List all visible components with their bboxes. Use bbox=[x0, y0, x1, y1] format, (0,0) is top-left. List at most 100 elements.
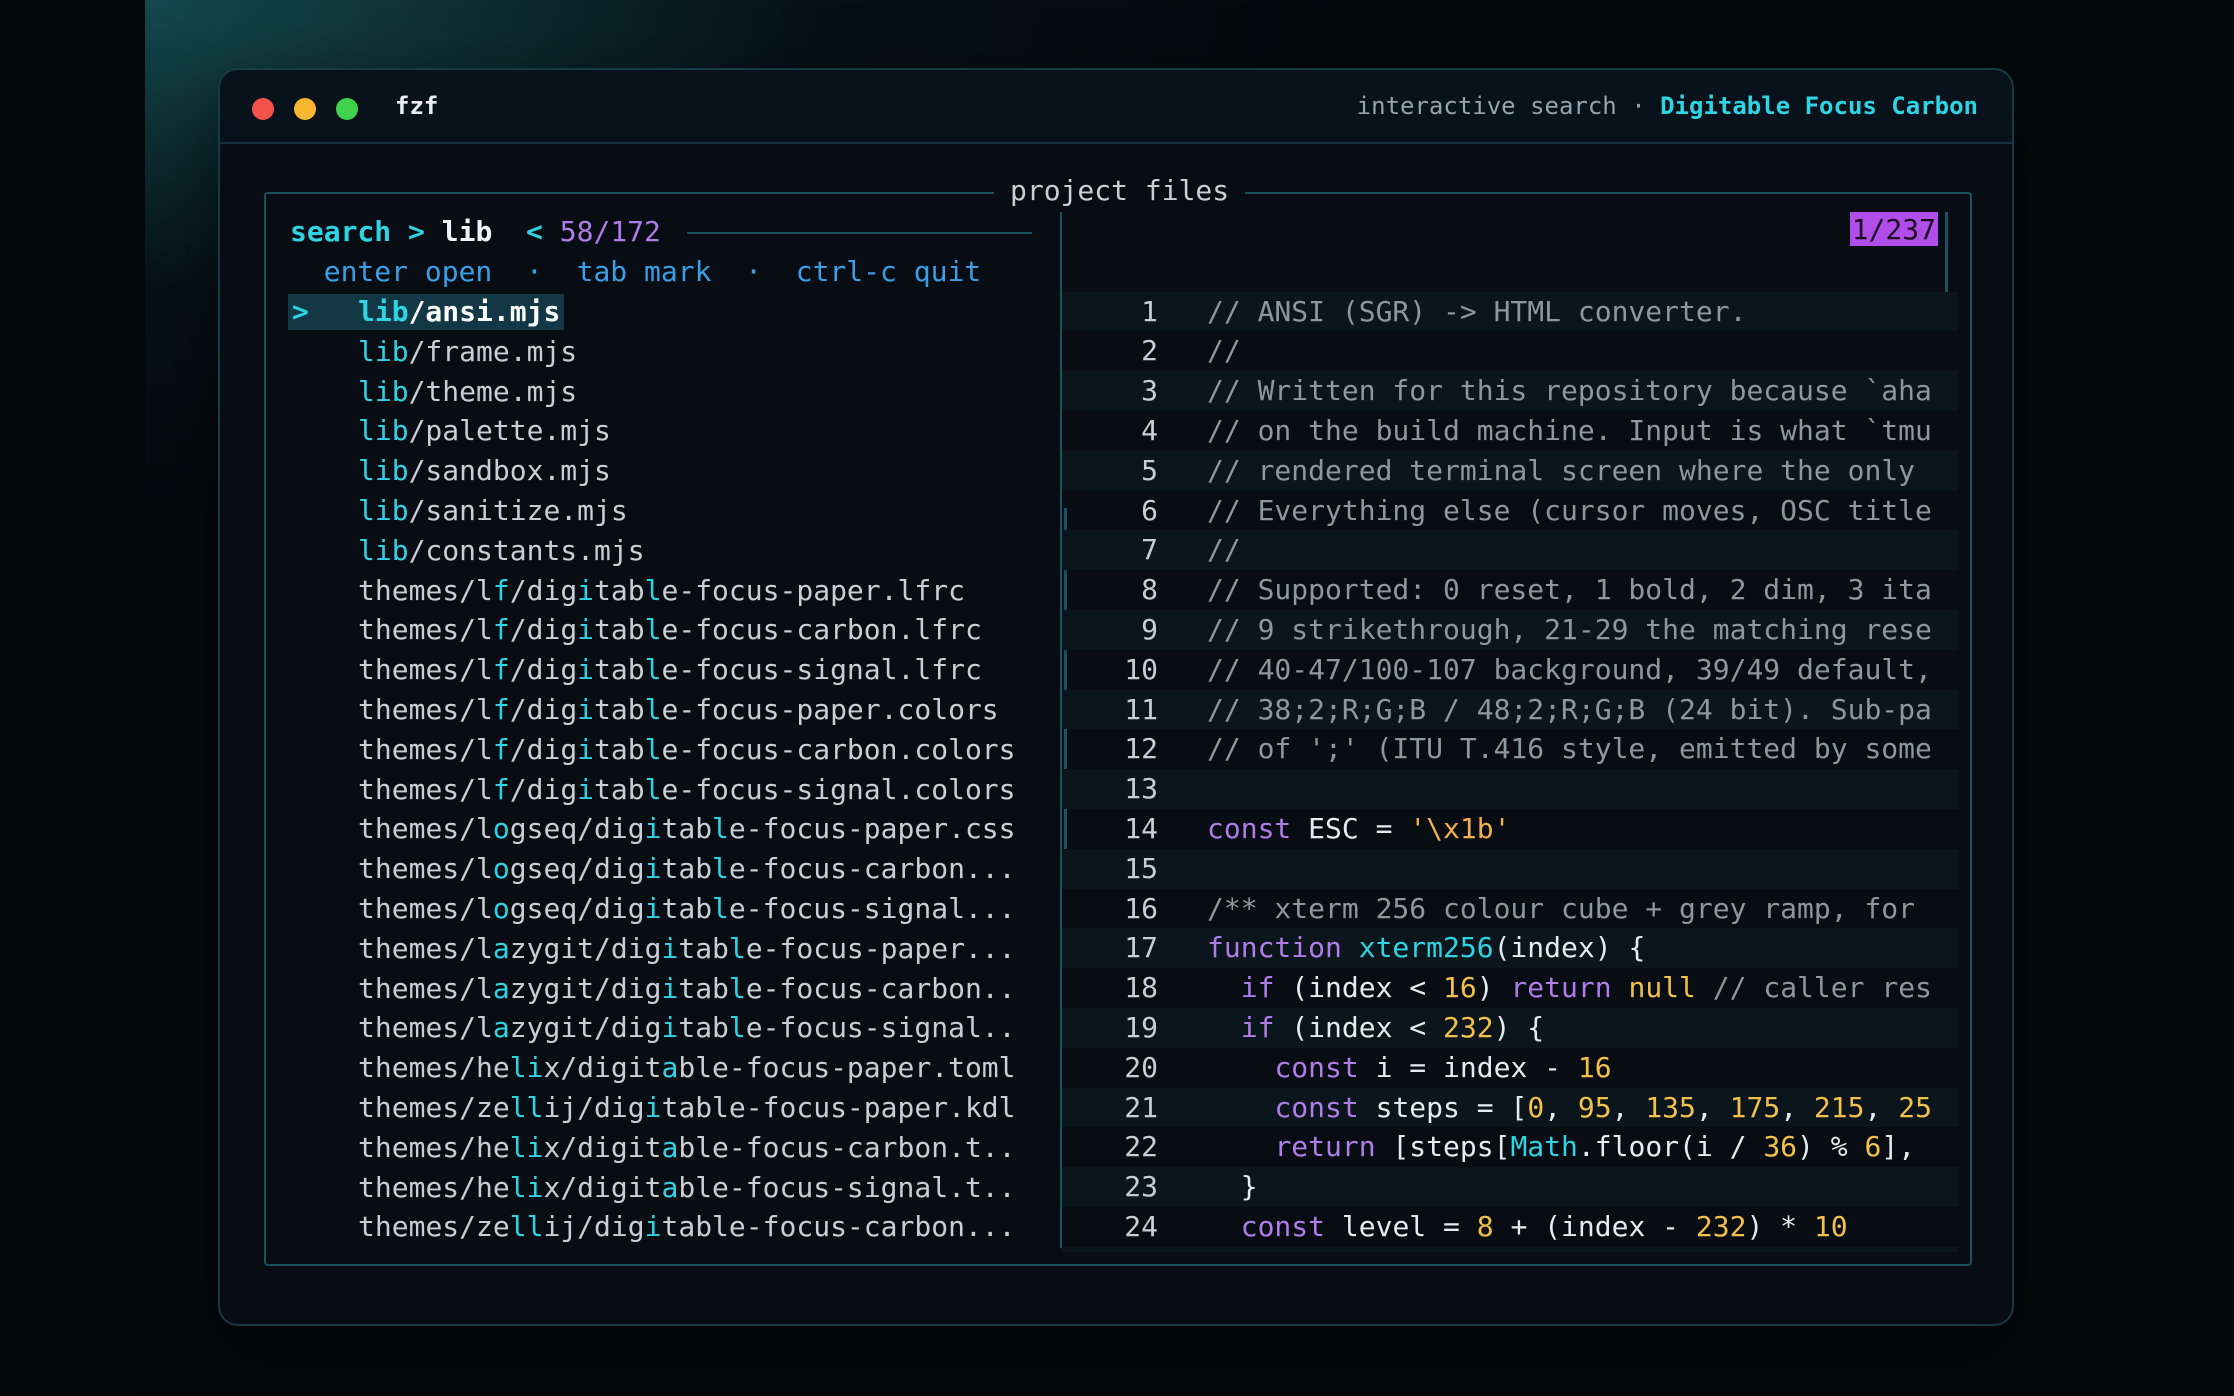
code-token: const bbox=[1274, 1090, 1359, 1124]
code-token: // Written for this repository because `… bbox=[1207, 374, 1932, 408]
result-path: themes/zellij/digitable-focus-carbon... bbox=[358, 1210, 1016, 1244]
fzf-frame: project files search > lib < 58/172 ente… bbox=[264, 174, 1972, 1266]
line-number: 22 bbox=[1124, 1130, 1158, 1164]
code-token: , bbox=[1864, 1090, 1899, 1124]
result-item[interactable]: themes/zellij/digitable-focus-paper.kdl bbox=[290, 1088, 1030, 1128]
result-item[interactable]: themes/logseq/digitable-focus-carbon... bbox=[290, 849, 1030, 889]
result-item[interactable]: themes/lf/digitable-focus-signal.lfrc bbox=[290, 650, 1030, 690]
results-list: > lib/ansi.mjs lib/frame.mjs lib/theme.mjs l… bbox=[288, 292, 1030, 1247]
match-char: f bbox=[492, 653, 510, 687]
result-item[interactable]: themes/helix/digitable-focus-paper.toml bbox=[290, 1048, 1030, 1088]
code-text: // 9 strikethrough, 21-29 the matching r… bbox=[1207, 610, 1932, 650]
code-token: 0 bbox=[1527, 1090, 1545, 1124]
result-item[interactable]: themes/lazygit/digitable-focus-paper... bbox=[290, 929, 1030, 969]
minimize-window-button[interactable] bbox=[294, 98, 316, 120]
code-token: return bbox=[1274, 1130, 1376, 1164]
search-label: search bbox=[290, 215, 392, 248]
match-char: a bbox=[661, 1051, 679, 1085]
result-path-rest: /constants.mjs bbox=[408, 533, 645, 567]
code-token: (index) { bbox=[1493, 931, 1646, 965]
key-hints: enter open · tab mark · ctrl-c quit bbox=[290, 252, 981, 292]
result-item[interactable]: lib/palette.mjs bbox=[290, 411, 1030, 451]
result-item[interactable]: themes/lf/digitable-focus-paper.lfrc bbox=[290, 571, 1030, 611]
result-item[interactable]: themes/lf/digitable-focus-signal.colors bbox=[290, 770, 1030, 810]
code-line: 5 // rendered terminal screen where the o… bbox=[1062, 450, 1958, 491]
result-item[interactable]: lib/frame.mjs bbox=[290, 332, 1030, 372]
line-number: 7 bbox=[1141, 533, 1158, 567]
code-text: /** xterm 256 colour cube + grey ramp, f… bbox=[1207, 889, 1915, 929]
result-path-rest: /sandbox.mjs bbox=[408, 454, 611, 488]
result-item[interactable]: themes/lf/digitable-focus-paper.colors bbox=[290, 690, 1030, 730]
close-window-button[interactable] bbox=[252, 98, 274, 120]
code-token: const bbox=[1207, 811, 1292, 845]
result-path: lib/ansi.mjs bbox=[358, 292, 560, 332]
maximize-window-button[interactable] bbox=[336, 98, 358, 120]
search-query[interactable]: lib bbox=[442, 215, 493, 248]
code-token: 95 bbox=[1577, 1090, 1612, 1124]
code-text: const ESC = '\x1b' bbox=[1207, 809, 1510, 849]
code-text: const level = 8 + (index - 232) * 10 bbox=[1207, 1207, 1848, 1247]
result-item-selected[interactable]: > lib/ansi.mjs bbox=[288, 292, 1030, 332]
match-char: i bbox=[661, 931, 679, 965]
code-token: xterm256 bbox=[1358, 931, 1494, 965]
result-item[interactable]: lib/sanitize.mjs bbox=[290, 491, 1030, 531]
result-item[interactable]: themes/lf/digitable-focus-carbon.colors bbox=[290, 730, 1030, 770]
code-text: // bbox=[1207, 331, 1241, 371]
result-item[interactable]: themes/lazygit/digitable-focus-carbon.. bbox=[290, 969, 1030, 1009]
match-char: o bbox=[492, 812, 510, 846]
code-token: 215 bbox=[1813, 1090, 1865, 1124]
match-char: l bbox=[644, 692, 662, 726]
code-token: 16 bbox=[1577, 1050, 1612, 1084]
match-char: l bbox=[644, 573, 662, 607]
code-line: 8 // Supported: 0 reset, 1 bold, 2 dim, 3… bbox=[1062, 570, 1958, 610]
match-highlight: lib bbox=[358, 295, 409, 328]
code-token: 232 bbox=[1443, 1010, 1494, 1044]
result-item[interactable]: lib/constants.mjs bbox=[290, 531, 1030, 571]
match-char: i bbox=[644, 891, 662, 925]
counter-symbol: < bbox=[526, 215, 543, 248]
code-text: if (index < 16) return null // caller re… bbox=[1207, 968, 1932, 1008]
result-item[interactable]: themes/lf/digitable-focus-carbon.lfrc bbox=[290, 610, 1030, 650]
result-item[interactable]: themes/helix/digitable-focus-carbon.t.. bbox=[290, 1128, 1030, 1168]
frame-title: project files bbox=[994, 174, 1246, 207]
code-line: 11 // 38;2;R;G;B / 48;2;R;G;B (24 bit). S… bbox=[1062, 689, 1958, 730]
result-item[interactable]: themes/logseq/digitable-focus-signal... bbox=[290, 889, 1030, 929]
result-item[interactable]: lib/sandbox.mjs bbox=[290, 451, 1030, 491]
code-token: const bbox=[1274, 1050, 1359, 1084]
match-char: l bbox=[509, 1090, 527, 1124]
code-text: } bbox=[1207, 1167, 1258, 1207]
result-path: lib/frame.mjs bbox=[358, 332, 577, 372]
match-char: l bbox=[526, 1210, 544, 1244]
code-token: 36 bbox=[1763, 1130, 1798, 1164]
result-item[interactable]: lib/theme.mjs bbox=[290, 372, 1030, 412]
code-text: // Everything else (cursor moves, OSC ti… bbox=[1207, 491, 1932, 531]
match-char: l bbox=[509, 1130, 527, 1164]
code-text: // on the build machine. Input is what `… bbox=[1207, 411, 1932, 451]
preview-scrollbar[interactable] bbox=[1945, 212, 1948, 292]
line-number: 6 bbox=[1141, 493, 1158, 527]
result-item[interactable]: themes/logseq/digitable-focus-paper.css bbox=[290, 809, 1030, 849]
terminal-window: fzf interactive search · Digitable Focus… bbox=[218, 68, 2014, 1326]
result-path-rest: /frame.mjs bbox=[408, 334, 578, 368]
result-item[interactable]: themes/lazygit/digitable-focus-signal.. bbox=[290, 1008, 1030, 1048]
result-item[interactable]: themes/helix/digitable-focus-signal.t.. bbox=[290, 1168, 1030, 1208]
line-number: 23 bbox=[1124, 1170, 1158, 1204]
match-char: f bbox=[492, 692, 510, 726]
code-token: // 9 strikethrough, 21-29 the matching r… bbox=[1207, 612, 1932, 646]
match-char: i bbox=[644, 1210, 662, 1244]
result-path: themes/lf/digitable-focus-carbon.lfrc bbox=[358, 613, 982, 647]
code-token: // bbox=[1207, 334, 1241, 368]
result-path: themes/lf/digitable-focus-signal.colors bbox=[358, 772, 1016, 806]
code-line: 9 // 9 strikethrough, 21-29 the matching … bbox=[1062, 609, 1958, 650]
result-item[interactable]: themes/zellij/digitable-focus-carbon... bbox=[290, 1207, 1030, 1247]
code-line: 7 // bbox=[1062, 530, 1958, 571]
line-number: 10 bbox=[1124, 652, 1158, 686]
code-token: ) bbox=[1476, 971, 1511, 1005]
code-token: 175 bbox=[1729, 1090, 1781, 1124]
result-path: lib/sanitize.mjs bbox=[358, 491, 628, 531]
line-number: 2 bbox=[1141, 334, 1158, 368]
code-line: 25 return [level, level, level] bbox=[1062, 1246, 1958, 1252]
code-line: 10 // 40-47/100-107 background, 39/49 def… bbox=[1062, 650, 1958, 690]
